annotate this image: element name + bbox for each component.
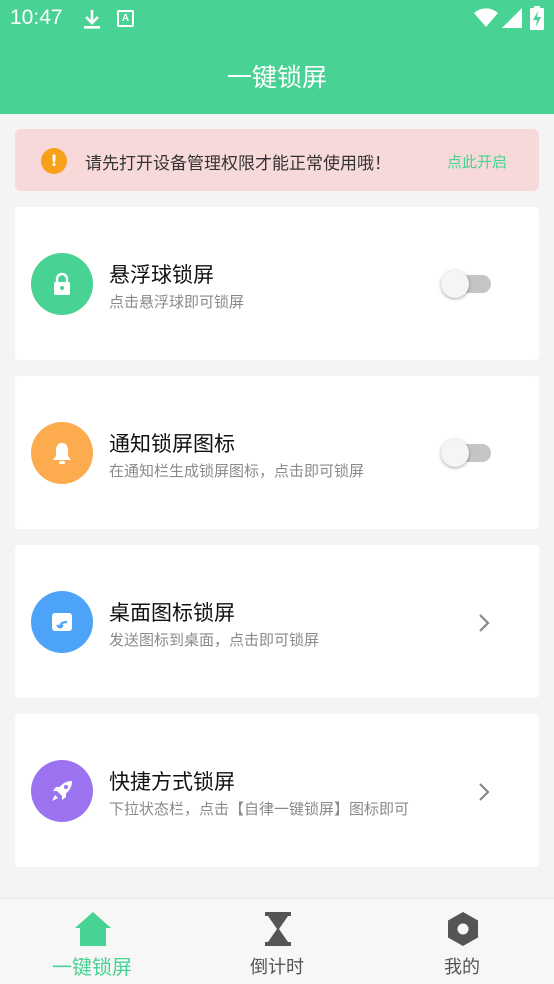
rocket-icon — [52, 781, 72, 801]
lock-icon — [54, 272, 70, 295]
permission-banner: ! 请先打开设备管理权限才能正常使用哦！ 点此开启 — [15, 129, 539, 191]
card-title: 通知锁屏图标 — [109, 432, 235, 456]
desktop-shortcut-icon-circle — [31, 591, 93, 653]
chevron-right-icon — [479, 783, 490, 801]
tab-mine[interactable]: 我的 — [370, 899, 554, 984]
status-time: 10:47 — [10, 6, 63, 29]
wifi-icon — [474, 8, 498, 27]
tab-one-key-lock[interactable]: 一键锁屏 — [0, 899, 184, 984]
battery-charging-icon — [530, 6, 544, 30]
app-header: 10:47 A 一键锁屏 — [0, 0, 554, 114]
lock-icon-circle — [31, 253, 93, 315]
home-icon — [75, 912, 111, 946]
notification-lock-card[interactable]: 通知锁屏图标 在通知栏生成锁屏图标，点击即可锁屏 — [15, 376, 539, 529]
banner-text: 请先打开设备管理权限才能正常使用哦！ — [85, 154, 391, 174]
download-icon — [84, 10, 100, 29]
toggle-knob — [441, 270, 469, 298]
desktop-icon-lock-card[interactable]: 桌面图标锁屏 发送图标到桌面，点击即可锁屏 — [15, 545, 539, 698]
hourglass-icon — [265, 912, 291, 946]
shortcut-lock-card[interactable]: 快捷方式锁屏 下拉状态栏，点击【自律一键锁屏】图标即可 — [15, 714, 539, 867]
notification-toggle[interactable] — [441, 439, 491, 467]
card-title: 桌面图标锁屏 — [109, 601, 235, 625]
a-app-icon: A — [117, 10, 134, 27]
nav-label: 我的 — [444, 957, 480, 978]
exclamation-icon: ! — [41, 148, 67, 174]
signal-icon — [502, 8, 522, 28]
bottom-navigation: 一键锁屏 倒计时 我的 — [0, 898, 554, 984]
tab-countdown[interactable]: 倒计时 — [185, 899, 369, 984]
toggle-knob — [441, 439, 469, 467]
card-subtitle: 在通知栏生成锁屏图标，点击即可锁屏 — [109, 462, 365, 480]
floating-ball-toggle[interactable] — [441, 270, 491, 298]
bell-icon-circle — [31, 422, 93, 484]
hexagon-profile-icon — [448, 912, 478, 946]
nav-label: 一键锁屏 — [52, 955, 132, 979]
card-subtitle: 发送图标到桌面，点击即可锁屏 — [109, 631, 320, 649]
floating-ball-lock-card[interactable]: 悬浮球锁屏 点击悬浮球即可锁屏 — [15, 207, 539, 360]
bell-icon — [53, 443, 71, 464]
chevron-right-icon — [479, 614, 490, 632]
page-title: 一键锁屏 — [226, 63, 327, 92]
card-title: 悬浮球锁屏 — [109, 263, 214, 287]
card-title: 快捷方式锁屏 — [109, 770, 235, 794]
desktop-shortcut-icon — [52, 613, 72, 631]
enable-permission-link[interactable]: 点此开启 — [447, 151, 507, 172]
card-subtitle: 点击悬浮球即可锁屏 — [109, 293, 245, 311]
card-subtitle: 下拉状态栏，点击【自律一键锁屏】图标即可 — [109, 800, 410, 818]
rocket-icon-circle — [31, 760, 93, 822]
nav-label: 倒计时 — [250, 957, 304, 978]
status-bar: 10:47 A — [0, 0, 554, 38]
